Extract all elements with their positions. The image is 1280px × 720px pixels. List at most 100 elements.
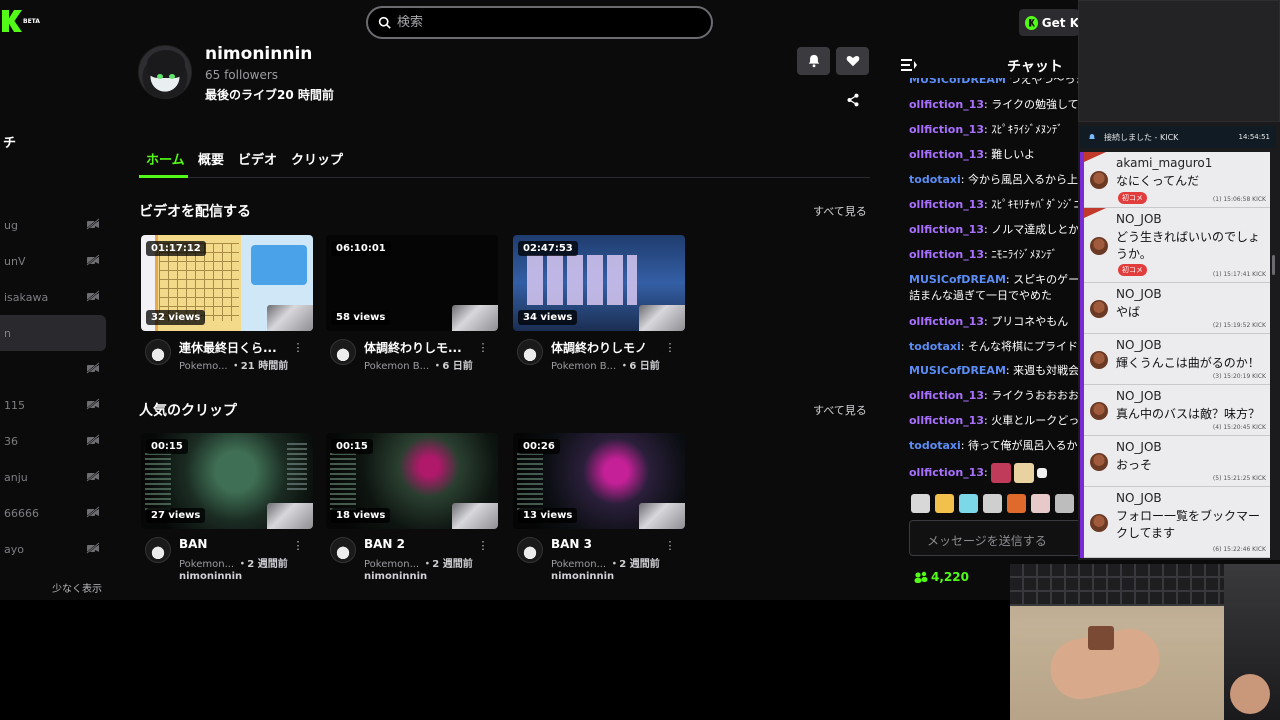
videos-see-all-link[interactable]: すべて見る xyxy=(813,203,867,219)
sidebar-item[interactable]: anju xyxy=(0,459,106,495)
video-thumbnail[interactable]: 02:47:53 34 views xyxy=(513,235,685,331)
emote-icon[interactable] xyxy=(959,494,978,513)
emote-icon[interactable] xyxy=(1031,494,1050,513)
category-label[interactable]: Pokemon B... xyxy=(364,361,429,372)
comment-text: 真ん中のバスは敵？味方？ xyxy=(1116,407,1261,421)
get-kick-button[interactable]: Get K xyxy=(1019,9,1079,36)
chat-username[interactable]: ollfiction_13 xyxy=(909,389,984,402)
chat-username[interactable]: todotaxi xyxy=(909,173,961,186)
category-label[interactable]: Pokemon... xyxy=(364,559,419,570)
emote-icon[interactable] xyxy=(983,494,1002,513)
clip-thumbnail[interactable]: 00:15 18 views xyxy=(326,433,498,529)
webcam-hand-right xyxy=(1230,674,1270,714)
overlay-comment[interactable]: NO_JOB 真ん中のバスは敵？味方？ (4) 15:20:45 KICK xyxy=(1084,385,1270,436)
chat-username[interactable]: ollfiction_13 xyxy=(909,248,984,261)
category-label[interactable]: Pokemon B... xyxy=(551,361,616,372)
video-title[interactable]: 体調終わりしモ... xyxy=(364,339,482,356)
clip-title[interactable]: BAN 3 xyxy=(551,537,669,551)
sidebar-item[interactable] xyxy=(0,351,106,387)
search-input[interactable] xyxy=(397,15,677,30)
clip-owner[interactable]: nimoninnin xyxy=(364,571,427,582)
more-options-icon[interactable]: ⋮ xyxy=(476,539,490,553)
clip-owner[interactable]: nimoninnin xyxy=(551,571,614,582)
clip-card[interactable]: 00:26 13 views BAN 3 Pokemon... ・2 週間前 nimon… xyxy=(513,433,685,583)
emote-icon[interactable] xyxy=(1055,494,1074,513)
tab-clips[interactable]: クリップ xyxy=(291,149,343,168)
sidebar-item[interactable]: 66666 xyxy=(0,495,106,531)
collapse-chat-icon[interactable] xyxy=(901,58,917,72)
chat-username[interactable]: ollfiction_13 xyxy=(909,315,984,328)
category-label[interactable]: Pokemo... xyxy=(179,361,228,372)
chat-username[interactable]: ollfiction_13 xyxy=(909,466,984,479)
more-options-icon[interactable]: ⋮ xyxy=(663,539,677,553)
emote-icon[interactable] xyxy=(911,494,930,513)
tab-home[interactable]: ホーム xyxy=(146,149,185,168)
show-less-link[interactable]: 少なく表示 xyxy=(52,580,102,595)
clip-thumbnail[interactable]: 00:15 27 views xyxy=(141,433,313,529)
search-bar[interactable] xyxy=(366,6,713,39)
overlay-comment[interactable]: NO_JOB 輝くうんこは曲がるのか！ (3) 15:20:19 KICK xyxy=(1084,334,1270,385)
category-label[interactable]: Pokemon... xyxy=(179,559,234,570)
chat-username[interactable]: ollfiction_13 xyxy=(909,223,984,236)
chat-username[interactable]: todotaxi xyxy=(909,439,961,452)
creator-avatar[interactable] xyxy=(145,537,171,563)
creator-avatar[interactable] xyxy=(517,537,543,563)
kick-logo[interactable]: BETA xyxy=(2,10,40,32)
clips-see-all-link[interactable]: すべて見る xyxy=(813,402,867,418)
video-thumbnail[interactable]: 06:10:01 58 views xyxy=(326,235,498,331)
chat-message-input[interactable]: メッセージを送信する xyxy=(909,520,1081,556)
chat-username[interactable]: MUSICofDREAM xyxy=(909,364,1006,377)
creator-avatar[interactable] xyxy=(330,339,356,365)
emote-icon[interactable] xyxy=(1007,494,1026,513)
chat-username[interactable]: ollfiction_13 xyxy=(909,98,984,111)
clip-thumbnail[interactable]: 00:26 13 views xyxy=(513,433,685,529)
tab-about[interactable]: 概要 xyxy=(198,149,224,168)
clip-title[interactable]: BAN xyxy=(179,537,297,551)
share-icon[interactable] xyxy=(846,93,860,107)
video-card[interactable]: 01:17:12 32 views 連休最終日くら... Pokemo... ・21 … xyxy=(141,235,313,385)
overlay-comment[interactable]: NO_JOB やば (2) 15:19:52 KICK xyxy=(1084,283,1270,334)
follow-button[interactable] xyxy=(836,47,869,75)
clip-owner[interactable]: nimoninnin xyxy=(179,571,242,582)
overlay-comment[interactable]: akami_maguro1 なにくってんだ 初コメ (1) 15:06:58 KICK xyxy=(1084,152,1270,208)
overlay-comment[interactable]: NO_JOB おっそ (5) 15:21:25 KICK xyxy=(1084,436,1270,487)
clip-title[interactable]: BAN 2 xyxy=(364,537,482,551)
sidebar-item[interactable]: 115 xyxy=(0,387,106,423)
overlay-comment[interactable]: NO_JOB どう生きればいいのでしょうか。 初コメ (1) 15:17:41 KIC… xyxy=(1084,208,1270,283)
video-title[interactable]: 連休最終日くら... xyxy=(179,339,297,356)
category-label[interactable]: Pokemon... xyxy=(551,559,606,570)
overlay-comment[interactable]: NO_JOB フォロー一覧をブックマークしてます (6) 15:22:46 KICK xyxy=(1084,487,1270,558)
emote-icon[interactable] xyxy=(935,494,954,513)
chat-username[interactable]: ollfiction_13 xyxy=(909,148,984,161)
tab-videos[interactable]: ビデオ xyxy=(238,149,277,168)
chat-username[interactable]: MUSICofDREAM xyxy=(909,273,1006,286)
sidebar-item[interactable]: ug xyxy=(0,207,106,243)
chat-username[interactable]: todotaxi xyxy=(909,340,961,353)
sidebar-item[interactable]: 36 xyxy=(0,423,106,459)
chat-username[interactable]: ollfiction_13 xyxy=(909,414,984,427)
video-thumbnail[interactable]: 01:17:12 32 views xyxy=(141,235,313,331)
more-options-icon[interactable]: ⋮ xyxy=(663,341,677,355)
sidebar-item[interactable]: unV xyxy=(0,243,106,279)
sidebar-item[interactable]: isakawa xyxy=(0,279,106,315)
notification-button[interactable] xyxy=(797,47,830,75)
views-badge: 58 views xyxy=(331,310,391,325)
video-card[interactable]: 02:47:53 34 views 体調終わりしモノ Pokemon B... ・6 … xyxy=(513,235,685,385)
creator-avatar[interactable] xyxy=(145,339,171,365)
more-options-icon[interactable]: ⋮ xyxy=(476,341,490,355)
creator-avatar[interactable] xyxy=(330,537,356,563)
video-card[interactable]: 06:10:01 58 views 体調終わりしモ... Pokemon B... ・… xyxy=(326,235,498,385)
video-title[interactable]: 体調終わりしモノ xyxy=(551,339,669,356)
clip-card[interactable]: 00:15 27 views BAN Pokemon... ・2 週間前 nimonin… xyxy=(141,433,313,583)
chat-username[interactable]: ollfiction_13 xyxy=(909,198,984,211)
more-options-icon[interactable]: ⋮ xyxy=(291,341,305,355)
chat-username[interactable]: ollfiction_13 xyxy=(909,123,984,136)
sidebar-item[interactable]: ayo xyxy=(0,531,106,567)
channel-avatar[interactable] xyxy=(138,45,192,99)
more-options-icon[interactable]: ⋮ xyxy=(291,539,305,553)
overlay-scrollbar[interactable] xyxy=(1272,255,1275,275)
chat-username[interactable]: MUSICofDREAM xyxy=(909,78,1006,86)
clip-card[interactable]: 00:15 18 views BAN 2 Pokemon... ・2 週間前 nimon… xyxy=(326,433,498,583)
sidebar-item[interactable]: n xyxy=(0,315,106,351)
creator-avatar[interactable] xyxy=(517,339,543,365)
